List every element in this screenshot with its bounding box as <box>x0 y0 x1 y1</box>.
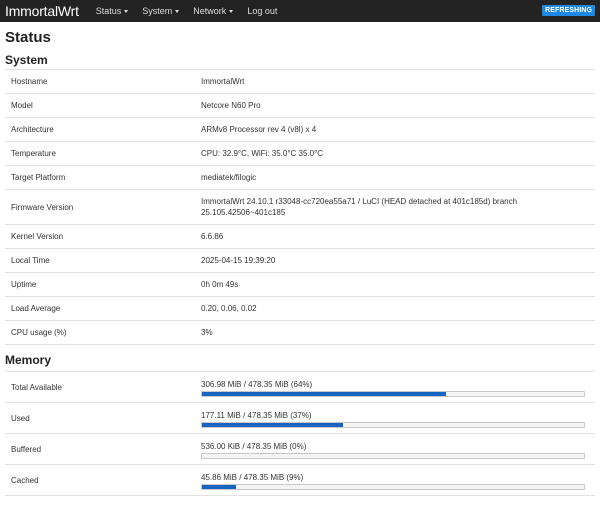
menu-logout-label: Log out <box>247 6 278 16</box>
row-key: Uptime <box>11 280 37 289</box>
row-key: Architecture <box>11 125 54 134</box>
row-value: 6.6.86 <box>201 232 224 241</box>
row-key: Hostname <box>11 77 48 86</box>
row-key: Total Available <box>11 382 62 392</box>
table-row: Kernel Version 6.6.86 <box>5 225 595 249</box>
row-value: CPU: 32.9°C, WiFi: 35.0°C 35.0°C <box>201 149 324 158</box>
row-value: ImmortalWrt 24.10.1 r33048-cc720ea55a71 … <box>201 197 518 217</box>
table-row: Temperature CPU: 32.9°C, WiFi: 35.0°C 35… <box>5 142 595 166</box>
memory-progress-bar <box>201 483 585 490</box>
chevron-down-icon <box>175 9 180 13</box>
table-row: Model Netcore N60 Pro <box>5 94 595 118</box>
menu-status-label: Status <box>95 6 122 16</box>
top-navbar: ImmortalWrt Status System Network Log ou… <box>0 0 600 22</box>
menu-network-label: Network <box>193 6 227 16</box>
table-row: CPU usage (%) 3% <box>5 321 595 345</box>
table-row: Target Platform mediatek/filogic <box>5 166 595 190</box>
memory-value: 177.11 MiB / 478.35 MiB (37%) <box>201 409 595 428</box>
row-key: Model <box>11 101 33 110</box>
table-row: Uptime 0h 0m 49s <box>5 273 595 297</box>
table-row: Local Time 2025-04-15 19:39:20 <box>5 249 595 273</box>
memory-progress-bar <box>201 421 585 428</box>
memory-progress-fill <box>202 422 344 427</box>
memory-value-text: 45.86 MiB / 478.35 MiB (9%) <box>201 472 304 482</box>
row-value: 3% <box>201 328 213 337</box>
table-row: Buffered 536.00 KiB / 478.35 MiB (0%) <box>5 434 595 465</box>
row-key: Kernel Version <box>11 232 64 241</box>
row-key: Cached <box>11 475 39 485</box>
system-table: Hostname ImmortalWrt Model Netcore N60 P… <box>5 69 595 345</box>
memory-table: Total Available 306.98 MiB / 478.35 MiB … <box>5 371 595 496</box>
brand-logo[interactable]: ImmortalWrt <box>0 0 89 22</box>
chevron-down-icon <box>124 9 129 13</box>
row-value: mediatek/filogic <box>201 173 257 182</box>
table-row: Architecture ARMv8 Processor rev 4 (v8l)… <box>5 118 595 142</box>
system-section-title: System <box>5 53 48 67</box>
row-key: Buffered <box>11 444 42 454</box>
row-key: Temperature <box>11 149 56 158</box>
row-key: Used <box>11 413 30 423</box>
row-value: 2025-04-15 19:39:20 <box>201 256 276 265</box>
menu-system-label: System <box>142 6 173 16</box>
row-key: Local Time <box>11 256 50 265</box>
memory-section-title: Memory <box>5 353 52 367</box>
row-key: Target Platform <box>11 173 66 182</box>
main-content: Status System Hostname ImmortalWrt Model… <box>0 22 600 496</box>
memory-progress-fill <box>202 391 447 396</box>
memory-value-text: 536.00 KiB / 478.35 MiB (0%) <box>201 441 307 451</box>
memory-progress-fill <box>202 484 237 489</box>
table-row: Firmware Version ImmortalWrt 24.10.1 r33… <box>5 190 595 225</box>
table-row: Load Average 0.20, 0.06, 0.02 <box>5 297 595 321</box>
memory-value: 45.86 MiB / 478.35 MiB (9%) <box>201 471 595 490</box>
row-value: 0.20, 0.06, 0.02 <box>201 304 257 313</box>
refreshing-badge[interactable]: REFRESHING <box>542 5 595 16</box>
memory-value-text: 306.98 MiB / 478.35 MiB (64%) <box>201 379 313 389</box>
memory-progress-bar <box>201 452 585 459</box>
table-row: Total Available 306.98 MiB / 478.35 MiB … <box>5 372 595 403</box>
row-value: 0h 0m 49s <box>201 280 239 289</box>
table-row: Hostname ImmortalWrt <box>5 70 595 94</box>
menu-system[interactable]: System <box>135 0 186 22</box>
menu-status[interactable]: Status <box>89 0 136 22</box>
row-value: ImmortalWrt <box>201 77 245 86</box>
table-row: Cached 45.86 MiB / 478.35 MiB (9%) <box>5 465 595 496</box>
page-title: Status <box>5 29 51 46</box>
memory-progress-bar <box>201 390 585 397</box>
table-row: Used 177.11 MiB / 478.35 MiB (37%) <box>5 403 595 434</box>
menu-logout[interactable]: Log out <box>240 0 284 22</box>
row-key: Firmware Version <box>11 202 74 212</box>
memory-value: 306.98 MiB / 478.35 MiB (64%) <box>201 378 595 397</box>
row-value: ARMv8 Processor rev 4 (v8l) x 4 <box>201 125 317 134</box>
row-key: Load Average <box>11 304 61 313</box>
main-menu: Status System Network Log out <box>89 0 285 22</box>
row-key: CPU usage (%) <box>11 328 67 337</box>
chevron-down-icon <box>229 9 234 13</box>
row-value: Netcore N60 Pro <box>201 101 261 110</box>
memory-value-text: 177.11 MiB / 478.35 MiB (37%) <box>201 410 312 420</box>
memory-value: 536.00 KiB / 478.35 MiB (0%) <box>201 440 595 459</box>
menu-network[interactable]: Network <box>186 0 240 22</box>
